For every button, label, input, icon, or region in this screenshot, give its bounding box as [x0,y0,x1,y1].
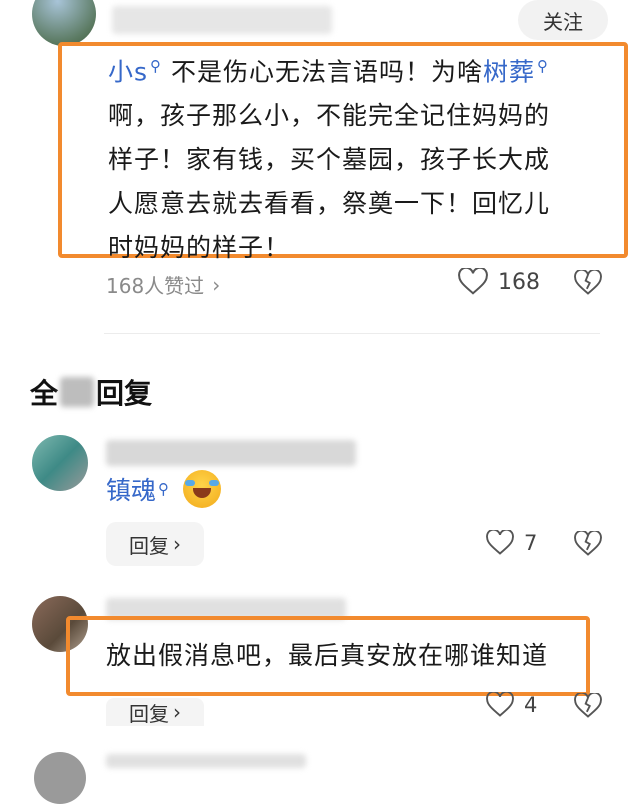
search-icon: ⚲ [150,57,163,75]
heart-icon [486,692,514,717]
like-button[interactable]: 4 [486,692,537,718]
chevron-right-icon: › [173,532,181,556]
comment-line-4: 人愿意去就去看看，祭奠一下！回忆儿 [108,189,551,219]
replies-header-right: 回复 [96,377,153,410]
comment-line-1: 小s ⚲ 不是伤心无法言语吗！为啥树葬 ⚲ [108,44,618,94]
mention-link[interactable]: 镇魂 [106,471,156,507]
replies-header-left: 全 [30,377,59,410]
laughing-crying-emoji [183,470,222,508]
dislike-button[interactable] [574,693,602,719]
reply-button-label: 回复 [129,533,169,558]
likes-summary[interactable]: 168人赞过 › [106,270,220,299]
divider [104,333,600,334]
avatar[interactable] [34,752,86,804]
like-button[interactable]: 7 [486,530,537,556]
comment-line-5: 时妈妈的样子！ [108,233,291,263]
comment-line-3: 样子！家有钱，买个墓园，孩子长大成 [108,145,551,175]
mention-link[interactable]: 小s [108,57,148,86]
heart-icon [486,530,514,555]
avatar[interactable] [32,0,96,46]
replies-header: 全 回复 [30,372,152,412]
follow-button[interactable]: 关注 [518,0,608,40]
topic-link[interactable]: 树葬 [483,57,535,86]
avatar[interactable] [32,435,88,491]
broken-heart-icon [574,693,602,718]
chevron-right-icon: › [212,272,221,297]
comment-body: 小s ⚲ 不是伤心无法言语吗！为啥树葬 ⚲ 啊，孩子那么小，不能完全记住妈妈的 样子… [108,44,618,270]
search-icon: ⚲ [537,57,549,75]
reply-button-label: 回复 [129,701,169,726]
like-count: 7 [524,531,538,555]
search-icon: ⚲ [158,480,170,498]
username-blurred [106,440,356,466]
likes-summary-text: 168人赞过 [106,274,205,298]
like-count: 4 [524,693,538,717]
chevron-right-icon: › [173,700,181,724]
like-button[interactable]: 168 [458,268,540,296]
username-blurred [106,754,306,768]
dislike-button[interactable] [574,270,602,296]
reply-2-text: 放出假消息吧，最后真安放在哪谁知道 [106,641,549,670]
username-blurred [112,6,332,34]
comment-line-2: 啊，孩子那么小，不能完全记住妈妈的 [108,101,551,131]
broken-heart-icon [574,270,602,295]
reply-button[interactable]: 回复 › [106,698,204,726]
reply-button[interactable]: 回复 › [106,522,204,566]
reply-1-body: 镇魂 ⚲ [106,470,222,508]
blurred-count [60,377,95,407]
broken-heart-icon [574,531,602,556]
dislike-button[interactable] [574,531,602,557]
heart-icon [458,268,488,295]
like-count: 168 [498,269,540,295]
comment-text: 不是伤心无法言语吗！为啥 [162,57,483,87]
